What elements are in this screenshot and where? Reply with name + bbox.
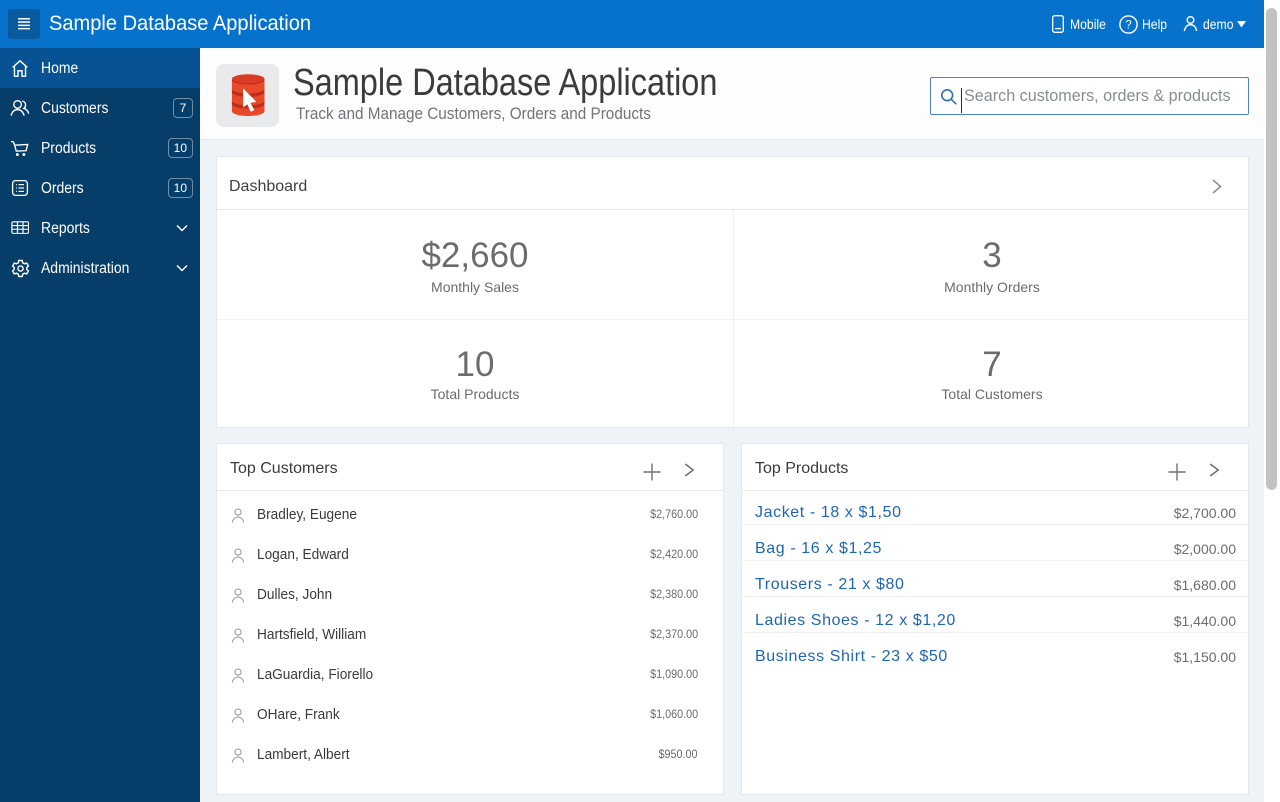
svg-text:?: ? (1125, 19, 1131, 31)
